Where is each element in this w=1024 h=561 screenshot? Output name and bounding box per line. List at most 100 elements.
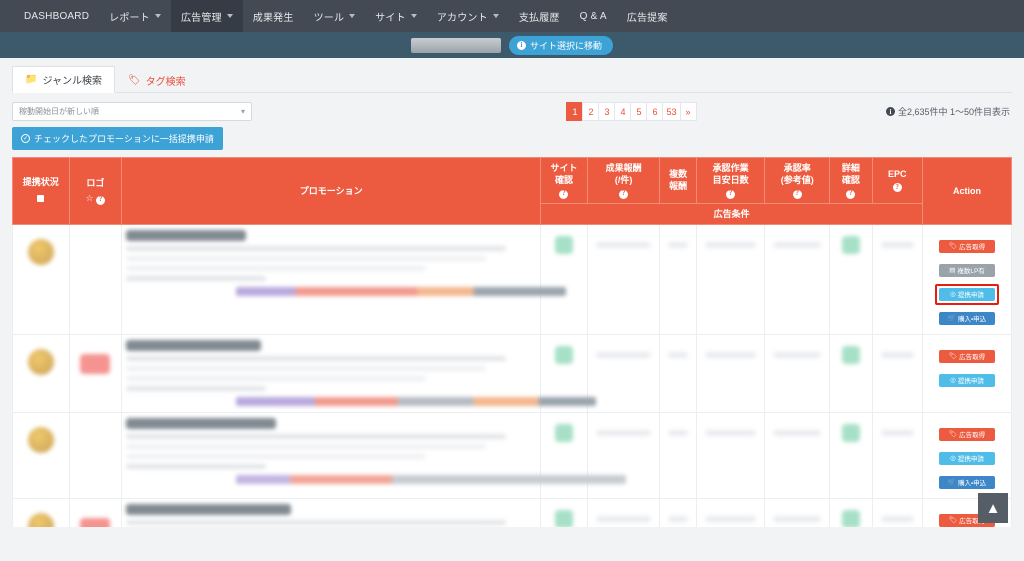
sort-order-select[interactable]: 稼動開始日が新しい順 ▾: [12, 102, 252, 121]
page-button-3[interactable]: 3: [598, 102, 616, 121]
cell-partnership-status[interactable]: [12, 497, 70, 527]
cell-action: 🏷 広告取得 ▤ 複数LP有 ◎ 提携申請 🛒 購入・申込: [922, 223, 1012, 335]
info-circle-icon: i: [885, 107, 895, 116]
cell-epc: [871, 223, 924, 335]
folder-icon: 📁: [25, 74, 38, 85]
page-next-button[interactable]: »: [679, 102, 697, 121]
nav-item-label: 支払履歴: [518, 12, 560, 24]
page-button-1[interactable]: 1: [566, 102, 584, 121]
help-icon[interactable]: ?: [726, 189, 736, 199]
cell-multi-reward: [659, 223, 697, 335]
site-confirm-badge[interactable]: [554, 423, 573, 442]
header-row-main: 提携状況 ロゴ ☆ ? プロモーション サイト 確認 ? 成果報酬 (/件) ?…: [12, 157, 1012, 225]
nav-item-4[interactable]: ツール: [304, 0, 366, 32]
redacted-value: [704, 515, 757, 522]
detail-confirm-badge[interactable]: [841, 345, 860, 364]
help-icon[interactable]: ?: [619, 189, 629, 199]
action-button-label: 複数LP有: [957, 268, 985, 276]
logo-image: [80, 517, 111, 527]
nav-item-8[interactable]: Q & A: [570, 0, 617, 32]
action-button-提携申請[interactable]: ◎ 提携申請: [939, 451, 996, 465]
nav-item-6[interactable]: アカウント: [427, 0, 509, 32]
cell-detail-confirm[interactable]: [829, 223, 873, 335]
cell-epc: [871, 411, 924, 499]
page-button-2[interactable]: 2: [582, 102, 600, 121]
main-navbar: DASHBOARD レポート 広告管理 成果発生 ツール サイト アカウント 支払履歴 Q & …: [0, 0, 1024, 32]
action-button-wrapper: ◎ 提携申請: [935, 448, 999, 469]
table-row[interactable]: 🏷 広告取得 ▤ 複数LP有 ◎ 提携申請 🛒 購入・申込: [12, 223, 1012, 335]
cell-partnership-status[interactable]: [12, 223, 70, 335]
site-name-field[interactable]: [410, 37, 501, 53]
cell-detail-confirm[interactable]: [829, 333, 873, 413]
select-all-checkbox[interactable]: [37, 195, 45, 203]
action-button-label: 広告取得: [959, 244, 986, 252]
nav-item-5[interactable]: サイト: [365, 0, 427, 32]
cell-promotion[interactable]: [121, 497, 542, 527]
help-icon[interactable]: ?: [792, 189, 802, 199]
site-confirm-badge[interactable]: [554, 509, 573, 527]
tab-genre-search[interactable]: 📁 ジャンル検索: [12, 66, 115, 93]
nav-item-7[interactable]: 支払履歴: [509, 0, 570, 32]
result-count-label: 全2,635件中 1〜50件目表示: [897, 107, 1010, 117]
cell-detail-confirm[interactable]: [829, 497, 873, 527]
col-site-confirm: サイト 確認 ?: [540, 157, 588, 204]
action-button-group: 🏷 広告取得 ▤ 複数LP有 ◎ 提携申請 🛒 購入・申込: [927, 230, 1007, 329]
action-button-提携申請[interactable]: ◎ 提携申請: [939, 373, 996, 387]
nav-item-1[interactable]: レポート: [99, 0, 171, 32]
nav-item-9[interactable]: 広告提案: [617, 0, 678, 32]
help-icon[interactable]: ?: [559, 189, 569, 199]
chevron-down-icon: [492, 14, 499, 18]
promotion-title[interactable]: [126, 503, 292, 515]
table-row[interactable]: 🏷広告取得 ◎提携申請: [12, 333, 1012, 413]
nav-item-label: アカウント: [436, 12, 488, 24]
page-button-5[interactable]: 5: [630, 102, 648, 121]
action-button-購入・申込[interactable]: 🛒 購入・申込: [939, 475, 996, 489]
tab-tag-search[interactable]: 🏷 タグ検索: [115, 67, 199, 93]
action-button-購入・申込[interactable]: 🛒 購入・申込: [939, 311, 996, 325]
cell-site-confirm[interactable]: [540, 497, 588, 527]
help-icon[interactable]: ?: [96, 195, 106, 205]
action-button-広告取得[interactable]: 🏷 広告取得: [939, 349, 996, 363]
page-button-4[interactable]: 4: [614, 102, 632, 121]
cell-promotion[interactable]: [121, 411, 627, 499]
cell-promotion[interactable]: [121, 223, 567, 335]
cell-detail-confirm[interactable]: [829, 411, 873, 499]
site-confirm-badge[interactable]: [554, 345, 573, 364]
cell-promotion[interactable]: [121, 333, 597, 413]
bulk-partnership-apply-button[interactable]: ✓ チェックしたプロモーションに一括提携申請: [12, 127, 223, 150]
detail-confirm-badge[interactable]: [841, 509, 860, 527]
promotion-desc-line: [126, 519, 507, 525]
cell-approval-days: [695, 223, 766, 335]
site-confirm-badge[interactable]: [554, 235, 573, 254]
cell-site-confirm[interactable]: [540, 411, 588, 499]
action-button-提携申請[interactable]: ◎ 提携申請: [939, 287, 996, 301]
cell-site-confirm[interactable]: [540, 223, 588, 335]
scroll-to-top-button[interactable]: ▲: [978, 493, 1008, 523]
promotion-title[interactable]: [126, 417, 277, 429]
action-button-label: 購入・申込: [957, 316, 987, 324]
action-button-複数LP有[interactable]: ▤ 複数LP有: [939, 263, 996, 277]
cell-partnership-status[interactable]: [12, 411, 70, 499]
promotion-title[interactable]: [126, 339, 262, 351]
action-button-広告取得[interactable]: 🏷 広告取得: [939, 239, 996, 253]
col-partnership-status[interactable]: 提携状況: [12, 157, 70, 225]
nav-item-2[interactable]: 広告管理: [170, 0, 243, 32]
help-icon[interactable]: ?: [892, 183, 902, 193]
star-icon[interactable]: ☆: [86, 193, 94, 203]
detail-confirm-badge[interactable]: [841, 235, 860, 254]
promotion-title[interactable]: [126, 229, 247, 241]
detail-confirm-badge[interactable]: [841, 423, 860, 442]
go-to-site-selection-button[interactable]: i サイト選択に移動: [508, 35, 613, 55]
cell-partnership-status[interactable]: [12, 333, 70, 413]
help-icon[interactable]: ?: [846, 189, 856, 199]
action-button-label: 広告取得: [959, 432, 986, 440]
table-row[interactable]: 🏷広告取得◎提携申請: [12, 497, 1012, 527]
nav-item-0[interactable]: DASHBOARD: [14, 0, 99, 32]
status-thumb: [27, 426, 54, 453]
page-button-53[interactable]: 53: [662, 102, 681, 121]
action-button-広告取得[interactable]: 🏷 広告取得: [939, 427, 996, 441]
page-button-6[interactable]: 6: [646, 102, 664, 121]
layers-icon: ▤: [949, 267, 956, 275]
nav-item-3[interactable]: 成果発生: [243, 0, 304, 32]
table-row[interactable]: 🏷 広告取得 ◎ 提携申請 🛒 購入・申込: [12, 411, 1012, 499]
